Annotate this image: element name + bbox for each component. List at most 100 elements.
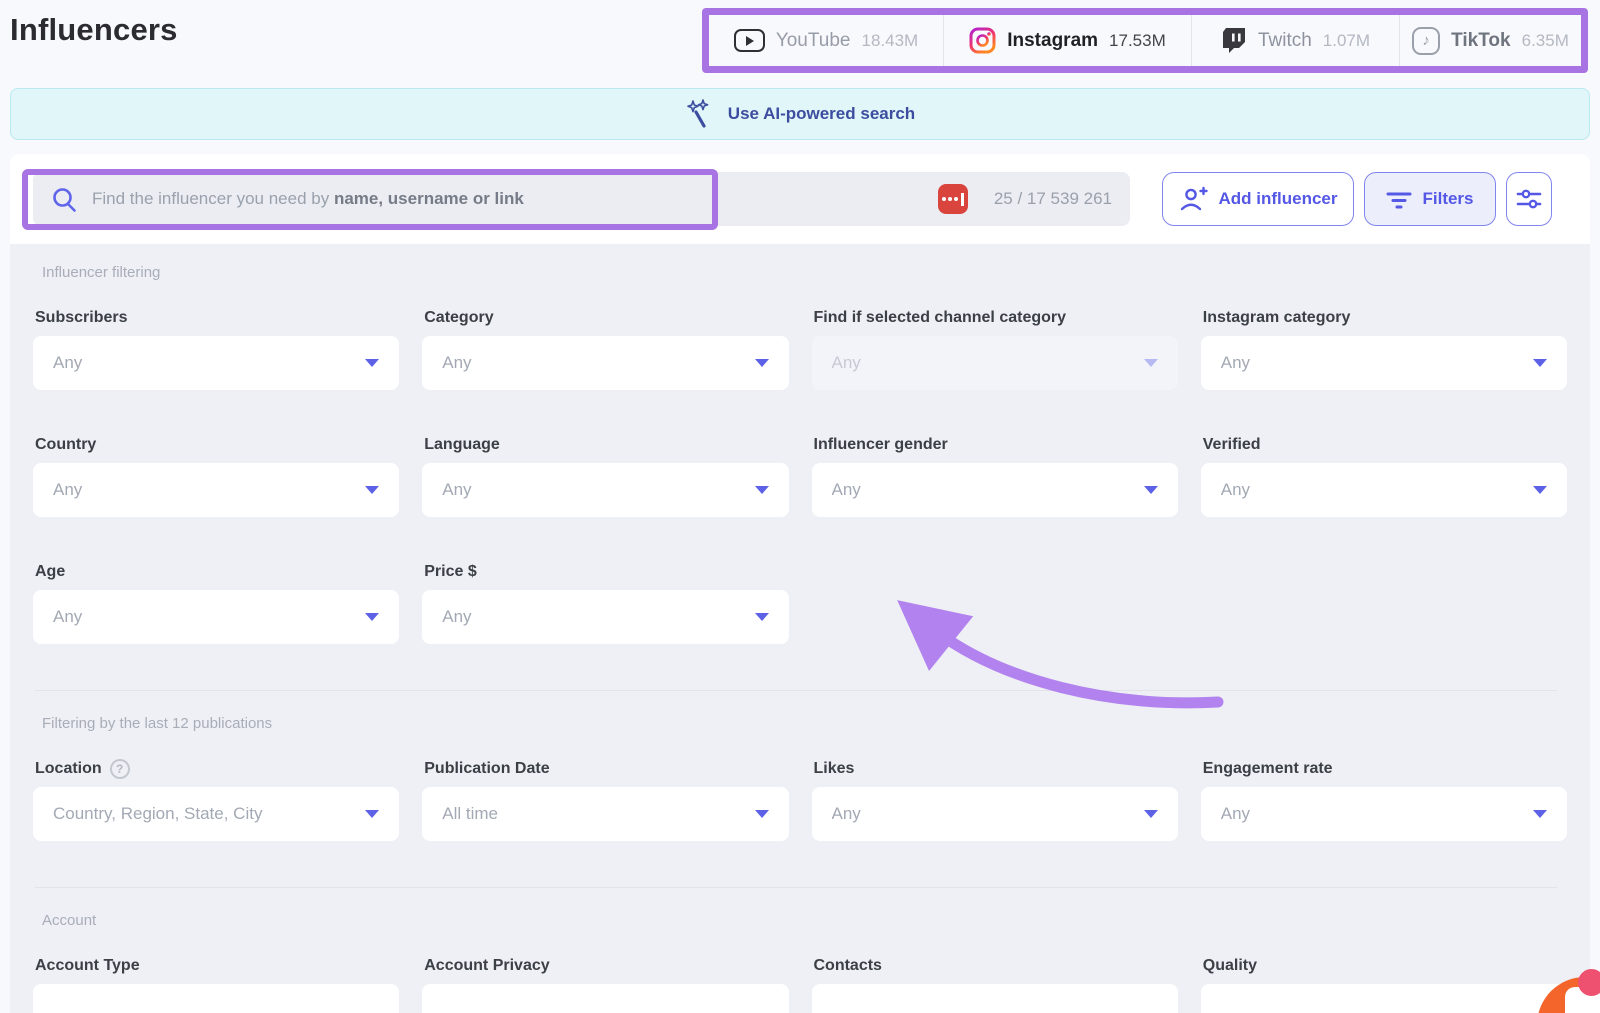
filter-field-instagram-category: Instagram category Any xyxy=(1201,309,1567,390)
category-dropdown[interactable]: Any xyxy=(422,336,788,390)
add-user-icon xyxy=(1178,186,1208,212)
filter-field-quality: Quality xyxy=(1201,957,1567,1013)
filter-field-age: Age Any xyxy=(33,563,399,644)
field-label: Verified xyxy=(1203,436,1567,454)
ai-search-banner[interactable]: Use AI-powered search xyxy=(10,88,1590,140)
field-label: Find if selected channel category xyxy=(814,309,1178,327)
section-heading-influencer-filtering: Influencer filtering xyxy=(42,264,1567,281)
price-dropdown[interactable]: Any xyxy=(422,590,788,644)
tab-twitch[interactable]: Twitch 1.07M xyxy=(1192,15,1400,66)
field-label: Contacts xyxy=(814,957,1178,975)
tab-label: TikTok xyxy=(1451,30,1510,52)
filter-field-account-type: Account Type xyxy=(33,957,399,1013)
sliders-icon xyxy=(1515,185,1543,213)
contacts-dropdown[interactable] xyxy=(812,984,1178,1013)
chevron-down-icon xyxy=(365,486,379,494)
field-label: Engagement rate xyxy=(1203,760,1567,778)
filter-row-5: Account Type Account Privacy Contacts Qu… xyxy=(33,957,1567,1013)
field-label: Account Privacy xyxy=(424,957,788,975)
instagram-category-dropdown[interactable]: Any xyxy=(1201,336,1567,390)
country-dropdown[interactable]: Any xyxy=(33,463,399,517)
filter-panel: Influencer filtering Subscribers Any Cat… xyxy=(10,244,1590,1013)
field-label: Quality xyxy=(1203,957,1567,975)
chat-notification-badge xyxy=(1578,969,1600,996)
page-title: Influencers xyxy=(10,12,178,48)
field-label: Location ? xyxy=(35,760,399,778)
filter-settings-button[interactable] xyxy=(1506,172,1552,226)
tiktok-icon: ♪ xyxy=(1412,27,1440,55)
field-label: Language xyxy=(424,436,788,454)
help-icon[interactable]: ? xyxy=(110,759,130,779)
filter-row-2: Country Any Language Any Influencer gend… xyxy=(33,436,1567,517)
search-input[interactable]: Find the influencer you need by name, us… xyxy=(33,172,1130,226)
chevron-down-icon xyxy=(1533,359,1547,367)
chevron-down-icon xyxy=(1533,810,1547,818)
subscribers-dropdown[interactable]: Any xyxy=(33,336,399,390)
chevron-down-icon xyxy=(1533,486,1547,494)
search-row: Find the influencer you need by name, us… xyxy=(10,154,1590,244)
section-heading-account: Account xyxy=(42,912,1567,929)
filter-field-location: Location ? Country, Region, State, City xyxy=(33,760,399,841)
main-card: Find the influencer you need by name, us… xyxy=(10,154,1590,1013)
likes-dropdown[interactable]: Any xyxy=(812,787,1178,841)
search-icon xyxy=(51,186,78,213)
filter-field-account-privacy: Account Privacy xyxy=(422,957,788,1013)
chevron-down-icon xyxy=(1144,810,1158,818)
filter-row-1: Subscribers Any Category Any Find if sel… xyxy=(33,309,1567,390)
chevron-down-icon xyxy=(1144,486,1158,494)
tab-instagram[interactable]: Instagram 17.53M xyxy=(944,15,1192,66)
chevron-down-icon xyxy=(1144,359,1158,367)
verified-dropdown[interactable]: Any xyxy=(1201,463,1567,517)
field-label: Likes xyxy=(814,760,1178,778)
channel-category-dropdown: Any xyxy=(812,336,1178,390)
chevron-down-icon xyxy=(755,359,769,367)
tab-count: 1.07M xyxy=(1323,31,1370,51)
ai-banner-label: Use AI-powered search xyxy=(728,104,915,124)
platform-tabs: YouTube 18.43M Instagram 17.53M xyxy=(709,15,1581,66)
tab-youtube[interactable]: YouTube 18.43M xyxy=(709,15,944,66)
quality-dropdown[interactable] xyxy=(1201,984,1567,1013)
tab-count: 17.53M xyxy=(1109,31,1166,51)
filter-row-3: Age Any Price $ Any xyxy=(33,563,1567,644)
tab-count: 18.43M xyxy=(861,31,918,51)
filter-field-influencer-gender: Influencer gender Any xyxy=(812,436,1178,517)
tab-label: Twitch xyxy=(1258,30,1312,52)
twitch-icon xyxy=(1221,27,1247,54)
chevron-down-icon xyxy=(365,613,379,621)
filter-field-verified: Verified Any xyxy=(1201,436,1567,517)
publication-date-dropdown[interactable]: All time xyxy=(422,787,788,841)
section-heading-publications: Filtering by the last 12 publications xyxy=(42,715,1567,732)
password-manager-icon[interactable] xyxy=(938,184,968,214)
account-type-dropdown[interactable] xyxy=(33,984,399,1013)
language-dropdown[interactable]: Any xyxy=(422,463,788,517)
filter-field-likes: Likes Any xyxy=(812,760,1178,841)
field-label: Price $ xyxy=(424,563,788,581)
filters-label: Filters xyxy=(1422,189,1473,209)
filters-button[interactable]: Filters xyxy=(1364,172,1496,226)
field-label: Influencer gender xyxy=(814,436,1178,454)
account-privacy-dropdown[interactable] xyxy=(422,984,788,1013)
field-label: Account Type xyxy=(35,957,399,975)
filter-field-subscribers: Subscribers Any xyxy=(33,309,399,390)
chevron-down-icon xyxy=(755,613,769,621)
tab-count: 6.35M xyxy=(1522,31,1569,51)
section-divider xyxy=(35,887,1557,888)
influencer-gender-dropdown[interactable]: Any xyxy=(812,463,1178,517)
age-dropdown[interactable]: Any xyxy=(33,590,399,644)
filter-field-publication-date: Publication Date All time xyxy=(422,760,788,841)
search-placeholder: Find the influencer you need by name, us… xyxy=(92,189,924,209)
engagement-rate-dropdown[interactable]: Any xyxy=(1201,787,1567,841)
filter-field-language: Language Any xyxy=(422,436,788,517)
field-label: Country xyxy=(35,436,399,454)
filter-row-4: Location ? Country, Region, State, City … xyxy=(33,760,1567,841)
tab-tiktok[interactable]: ♪ TikTok 6.35M xyxy=(1400,15,1581,66)
field-label: Instagram category xyxy=(1203,309,1567,327)
location-dropdown[interactable]: Country, Region, State, City xyxy=(33,787,399,841)
add-influencer-label: Add influencer xyxy=(1218,189,1337,209)
filter-lines-icon xyxy=(1386,188,1412,210)
filter-field-category: Category Any xyxy=(422,309,788,390)
tab-label: YouTube xyxy=(776,30,851,52)
filter-field-contacts: Contacts xyxy=(812,957,1178,1013)
add-influencer-button[interactable]: Add influencer xyxy=(1162,172,1354,226)
youtube-icon xyxy=(734,29,765,52)
